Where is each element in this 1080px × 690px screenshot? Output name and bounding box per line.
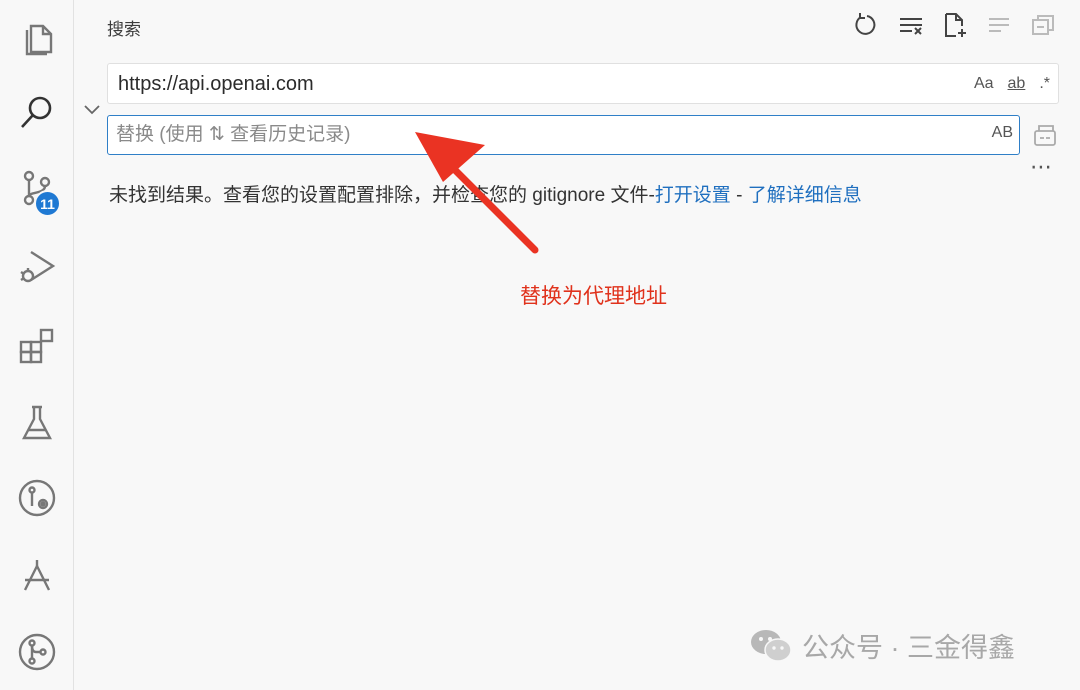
new-file-icon — [945, 13, 966, 37]
match-case-toggle[interactable]: Aa — [972, 71, 996, 97]
timeline-button[interactable] — [0, 546, 74, 606]
source-control-badge: 11 — [34, 190, 61, 217]
git-graph-icon — [18, 479, 56, 517]
flask-icon — [22, 405, 52, 440]
git-graph-button[interactable] — [0, 468, 74, 528]
learn-more-link[interactable]: 了解详细信息 — [748, 185, 862, 206]
search-panel: 搜索 https://api.openai.com Aa ab .* 替换 (使… — [75, 0, 1080, 690]
watermark-text: 公众号 · 三金得鑫 — [802, 633, 1015, 663]
extensions-button[interactable] — [0, 314, 74, 374]
regex-toggle[interactable]: .* — [1037, 71, 1052, 97]
source-control-button[interactable]: 11 — [0, 158, 74, 218]
whole-word-toggle[interactable]: ab — [1006, 71, 1028, 97]
toggle-replace-chevron-icon[interactable] — [81, 98, 103, 120]
run-debug-button[interactable] — [0, 236, 74, 296]
collapse-all-button[interactable] — [1028, 10, 1058, 40]
list-icon — [989, 18, 1009, 32]
replace-all-icon[interactable] — [1030, 120, 1060, 150]
panel-toolbar — [852, 10, 1058, 40]
annotation-label: 替换为代理地址 — [520, 285, 667, 308]
clear-all-icon — [900, 18, 922, 35]
explorer-button[interactable] — [0, 6, 74, 66]
link-separator: - — [730, 185, 748, 206]
files-icon — [25, 24, 53, 56]
search-input[interactable]: https://api.openai.com — [118, 73, 314, 96]
refresh-icon — [855, 13, 876, 35]
new-search-editor-button[interactable] — [940, 10, 970, 40]
wechat-icon — [751, 629, 792, 662]
panel-title: 搜索 — [107, 20, 141, 39]
clear-results-button[interactable] — [896, 10, 926, 40]
git-lens-icon — [18, 633, 56, 671]
git-lens-button[interactable] — [0, 622, 74, 682]
extensions-icon — [19, 328, 54, 364]
open-settings-link[interactable]: 打开设置 — [655, 185, 731, 206]
search-icon — [21, 96, 52, 128]
timeline-icon — [23, 560, 51, 591]
run-debug-icon — [20, 250, 56, 283]
search-options: Aa ab .* — [972, 71, 1052, 97]
activity-bar: 11 — [0, 0, 74, 690]
testing-button[interactable] — [0, 392, 74, 452]
annotation-arrow — [415, 132, 539, 254]
view-as-tree-button[interactable] — [984, 10, 1014, 40]
more-actions-button[interactable]: ⋯ — [1030, 154, 1053, 180]
watermark: 公众号 · 三金得鑫 — [750, 626, 1015, 665]
search-input-box[interactable]: https://api.openai.com Aa ab .* — [107, 63, 1059, 104]
collapse-all-icon — [1032, 15, 1054, 35]
preserve-case-toggle[interactable]: AB — [992, 124, 1013, 142]
refresh-button[interactable] — [852, 10, 882, 40]
search-button[interactable] — [0, 82, 74, 142]
